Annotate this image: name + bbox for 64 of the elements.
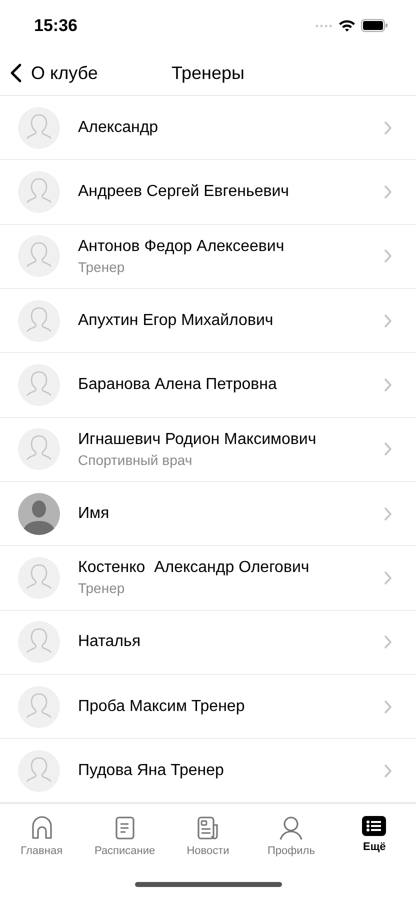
- avatar-placeholder-icon: [18, 364, 60, 406]
- person-name: Проба Максим Тренер: [78, 698, 246, 716]
- person-row[interactable]: Александр: [0, 96, 416, 160]
- person-name: Андреев Сергей Евгеньевич: [78, 183, 290, 202]
- person-row[interactable]: Пудова Яна Тренер: [0, 739, 416, 804]
- avatar-placeholder-icon: [18, 171, 60, 214]
- tab-button[interactable]: Расписание: [83, 810, 166, 868]
- person-row[interactable]: Антонов Федор Алексеевич Тренер: [0, 224, 416, 290]
- chevron-right-icon: [384, 570, 392, 585]
- chevron-right-icon: [384, 185, 392, 200]
- chevron-left-icon: [10, 63, 22, 84]
- person-name: Игнашевич Родион Максимович: [78, 430, 318, 449]
- person-role: Спортивный врач: [78, 452, 194, 468]
- tab-button[interactable]: Ещё: [332, 810, 416, 868]
- person-row[interactable]: Проба Максим Тренер: [0, 674, 416, 740]
- chevron-right-icon: [384, 378, 392, 392]
- person-name: Александр: [78, 118, 160, 137]
- avatar-placeholder-icon: [18, 750, 60, 792]
- chevron-right-icon: [384, 120, 392, 135]
- tab-button[interactable]: Главная: [0, 810, 84, 868]
- signal-icon: [315, 22, 333, 29]
- person-row[interactable]: Наталья: [0, 610, 416, 675]
- person-name: Имя: [78, 504, 110, 523]
- tab-button[interactable]: Профиль: [250, 810, 333, 868]
- person-row[interactable]: Игнашевич Родион Максимович Спортивный врач: [0, 418, 416, 482]
- chevron-right-icon: [384, 249, 392, 264]
- avatar-placeholder-icon: [18, 106, 60, 149]
- person-row[interactable]: Имя: [0, 482, 416, 546]
- chevron-right-icon: [384, 764, 392, 778]
- list-icon: [362, 816, 386, 836]
- person-name: Антонов Федор Алексеевич: [78, 238, 286, 256]
- avatar-placeholder-icon: [18, 235, 60, 278]
- avatar-photo: [18, 492, 60, 535]
- person-row[interactable]: Андреев Сергей Евгеньевич: [0, 160, 416, 225]
- battery-icon: [361, 19, 388, 32]
- person-role: Тренер: [78, 258, 126, 275]
- avatar-placeholder-icon: [18, 621, 60, 664]
- back-button[interactable]: О клубе: [0, 62, 98, 84]
- avatar-placeholder-icon: [18, 300, 60, 342]
- avatar-placeholder-icon: [18, 556, 60, 599]
- person-name: Наталья: [78, 633, 142, 652]
- chevron-right-icon: [384, 635, 392, 650]
- avatar-placeholder-icon: [18, 686, 60, 728]
- avatar-placeholder-icon: [18, 428, 60, 470]
- home-icon: [30, 816, 53, 840]
- person-row[interactable]: Апухтин Егор Михайлович: [0, 289, 416, 354]
- tab-button[interactable]: Новости: [166, 810, 250, 868]
- person-icon: [279, 816, 304, 840]
- person-name: Костенко Александр Олегович: [78, 559, 310, 578]
- wifi-icon: [338, 19, 356, 32]
- newspaper-icon: [197, 816, 219, 840]
- person-name: Апухтин Егор Михайлович: [78, 312, 274, 330]
- person-row[interactable]: Костенко Александр Олегович Тренер: [0, 546, 416, 611]
- person-name: Баранова Алена Петровна: [78, 376, 278, 394]
- screen-title: Тренеры: [172, 62, 244, 84]
- chevron-right-icon: [384, 314, 392, 328]
- person-row[interactable]: Баранова Алена Петровна: [0, 353, 416, 418]
- chevron-right-icon: [384, 506, 392, 521]
- person-name: Пудова Яна Тренер: [78, 762, 225, 780]
- person-role: Тренер: [78, 580, 126, 596]
- chevron-right-icon: [384, 442, 392, 456]
- document-icon: [114, 816, 135, 840]
- chevron-right-icon: [384, 700, 392, 714]
- status-time: 15:36: [34, 16, 78, 36]
